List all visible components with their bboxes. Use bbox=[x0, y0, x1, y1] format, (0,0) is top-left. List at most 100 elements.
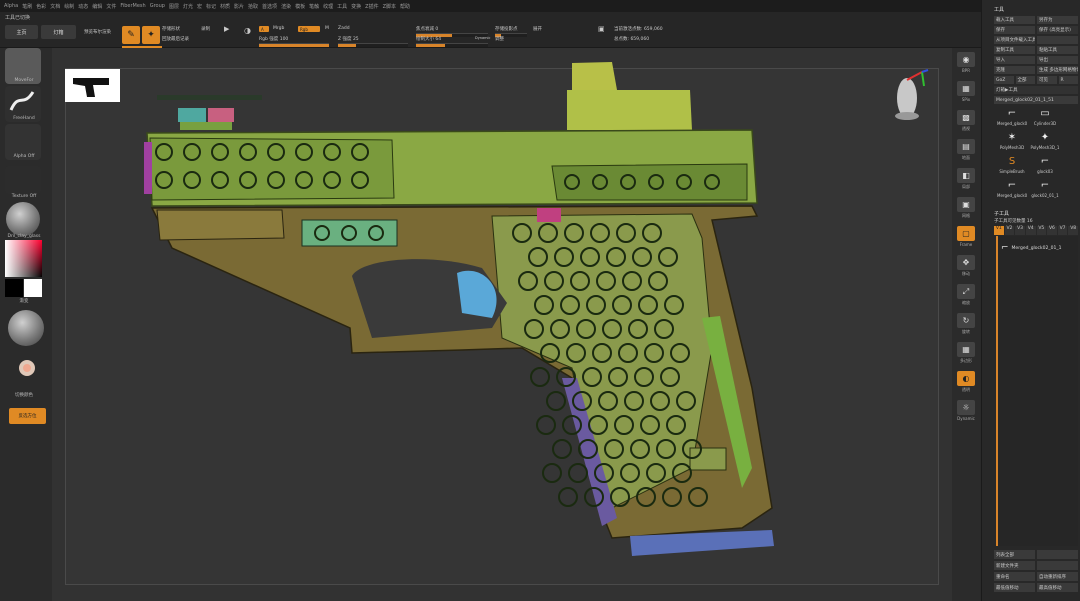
canvas-viewport[interactable] bbox=[52, 48, 952, 601]
tool-thumbnail[interactable]: S SimpleBrush bbox=[997, 154, 1027, 176]
tool-thumbnail[interactable]: ⌐ Merged_glock0 bbox=[997, 178, 1027, 200]
menu-item[interactable]: 编辑 bbox=[92, 3, 102, 10]
lightbox-tools-label[interactable]: 灯箱▶工具 bbox=[994, 86, 1078, 94]
menu-item[interactable]: 纹理 bbox=[323, 3, 333, 10]
z-intensity-slider[interactable] bbox=[338, 43, 408, 47]
axis-gizmo-icon[interactable] bbox=[882, 68, 932, 128]
menu-item[interactable]: Group bbox=[150, 3, 165, 9]
view-tool-icon[interactable]: ▦ bbox=[957, 342, 975, 357]
subtool-list[interactable]: ⌐ Merged_glock02_01_1 bbox=[996, 236, 1078, 546]
menu-item[interactable]: 宏 bbox=[197, 3, 202, 10]
menu-item[interactable]: 渲染 bbox=[281, 3, 291, 10]
view-tool-icon[interactable]: ▩ bbox=[957, 110, 975, 125]
tool-action-button[interactable] bbox=[1037, 36, 1078, 44]
menu-item[interactable]: 首选项 bbox=[262, 3, 277, 10]
tool-action-button[interactable]: 克隆 bbox=[994, 66, 1035, 74]
menu-item[interactable]: 标记 bbox=[206, 3, 216, 10]
view-tool-icon[interactable]: ▦ bbox=[957, 81, 975, 96]
tool-action-button[interactable]: 粘贴工具 bbox=[1037, 46, 1078, 54]
tool-action-button[interactable]: GoZ bbox=[994, 76, 1014, 84]
view-tool-icon[interactable]: ⤢ bbox=[957, 284, 975, 299]
subtool-action-button[interactable] bbox=[1037, 550, 1078, 559]
menu-item[interactable]: 色彩 bbox=[36, 3, 46, 10]
color-picker[interactable] bbox=[5, 240, 42, 277]
view-tool-icon[interactable]: ▤ bbox=[957, 139, 975, 154]
tool-action-button[interactable]: 生成 多边形网格物体 bbox=[1037, 66, 1078, 74]
view-tool-icon[interactable]: ◉ bbox=[957, 52, 975, 67]
switch-color-label[interactable]: 切换颜色 bbox=[2, 392, 46, 398]
view-tool-icon[interactable]: ▣ bbox=[957, 197, 975, 212]
subtool-action-button[interactable]: 重命名 bbox=[994, 572, 1035, 581]
adjust-label[interactable]: 调整 bbox=[495, 36, 504, 42]
menu-item[interactable]: Z插件 bbox=[365, 3, 378, 10]
texture-icon[interactable] bbox=[5, 166, 41, 194]
menu-item[interactable]: 模板 bbox=[295, 3, 305, 10]
tool-action-button[interactable]: 保存 (高亮显示) bbox=[1037, 26, 1078, 34]
store-projection-label[interactable]: 存储投影点 bbox=[495, 26, 518, 32]
material-icon[interactable] bbox=[6, 202, 40, 236]
record-label[interactable]: 录制 bbox=[201, 26, 210, 32]
menu-item[interactable]: 文档 bbox=[50, 3, 60, 10]
home-button[interactable]: 主页 bbox=[5, 25, 38, 39]
camera-icon[interactable]: ▣ bbox=[598, 25, 605, 33]
tool-action-button[interactable]: 导入 bbox=[994, 56, 1035, 64]
tool-action-button[interactable]: 载入工具 bbox=[994, 16, 1035, 24]
edit-icon[interactable]: ✎ bbox=[122, 26, 140, 44]
draw-size-slider[interactable] bbox=[416, 43, 488, 47]
pistol-model[interactable] bbox=[52, 48, 952, 601]
tool-action-button[interactable]: 从项目文件载入工具 bbox=[994, 36, 1035, 44]
menu-item[interactable]: 笔刷 bbox=[22, 3, 32, 10]
subtool-action-button[interactable]: 最高值移动 bbox=[1037, 583, 1078, 592]
zadd-label[interactable]: Zadd bbox=[338, 26, 350, 31]
tool-thumbnail[interactable]: ⌐ glock02_01_1 bbox=[1030, 178, 1060, 200]
tool-thumbnail[interactable]: ⌐ glock03 bbox=[1030, 154, 1060, 176]
view-tool-icon[interactable]: ▢ bbox=[957, 226, 975, 241]
draw-icon[interactable]: ✦ bbox=[142, 26, 160, 44]
lightbox-button[interactable]: 灯箱 bbox=[41, 25, 76, 39]
primary-color-swatch[interactable] bbox=[5, 279, 23, 297]
subtool-action-button[interactable]: 最低值移动 bbox=[994, 583, 1035, 592]
current-tool-row[interactable]: Merged_glock02_01_1_51 bbox=[994, 96, 1078, 104]
rgb-intensity-slider[interactable] bbox=[259, 43, 329, 47]
store-mt-label[interactable]: 存储形状 bbox=[162, 26, 180, 32]
rgb-toggle[interactable]: Rgb bbox=[298, 26, 320, 32]
m-label[interactable]: M bbox=[325, 26, 329, 31]
subtool-tab[interactable]: V4 bbox=[1025, 226, 1036, 235]
subtool-action-button[interactable] bbox=[1037, 561, 1078, 570]
tool-action-button[interactable]: 导出 bbox=[1037, 56, 1078, 64]
subtool-tab[interactable]: V2 bbox=[1004, 226, 1015, 235]
current-tool-name[interactable]: Merged_glock02_01_1_51 bbox=[994, 96, 1078, 104]
view-tool-icon[interactable]: ◐ bbox=[957, 371, 975, 386]
subtool-tab[interactable]: V5 bbox=[1036, 226, 1047, 235]
material-sphere-icon[interactable] bbox=[8, 310, 44, 346]
subtool-action-button[interactable]: 自动重新排序 bbox=[1037, 572, 1078, 581]
tool-thumbnail[interactable]: ✶ PolyMesh3D bbox=[997, 130, 1027, 152]
tool-action-button[interactable]: R bbox=[1058, 76, 1078, 84]
tool-thumbnail[interactable]: ✦ PolyMesh3D_1 bbox=[1030, 130, 1060, 152]
view-tool-icon[interactable]: ◧ bbox=[957, 168, 975, 183]
subtool-title[interactable]: 子工具 bbox=[994, 210, 1009, 217]
menu-item[interactable]: 灯光 bbox=[183, 3, 193, 10]
mrgb-label[interactable]: Mrgb bbox=[273, 26, 284, 31]
subtool-tab[interactable]: V3 bbox=[1015, 226, 1025, 235]
mrgb-toggle[interactable]: A bbox=[259, 26, 269, 32]
invert-button[interactable]: 反选方位 bbox=[9, 408, 46, 424]
menu-item[interactable]: 工具 bbox=[337, 3, 347, 10]
subtool-action-button[interactable]: 新建文件夹 bbox=[994, 561, 1035, 570]
subdiv-label[interactable]: 展开 bbox=[533, 26, 542, 32]
tool-action-button[interactable]: 全部 bbox=[1015, 76, 1035, 84]
play-icon[interactable]: ▶ bbox=[224, 25, 229, 33]
tool-thumbnail[interactable]: ⌐ Merged_glock0 bbox=[997, 106, 1027, 128]
menu-item[interactable]: Z脚本 bbox=[383, 3, 396, 10]
menu-item[interactable]: 拾取 bbox=[248, 3, 258, 10]
preview-label[interactable]: 预览布尔渲染 bbox=[84, 29, 111, 35]
tool-action-button[interactable]: 保存 bbox=[994, 26, 1035, 34]
view-tool-icon[interactable]: ↻ bbox=[957, 313, 975, 328]
tool-action-button[interactable]: 复制工具 bbox=[994, 46, 1035, 54]
menu-item[interactable]: 变换 bbox=[351, 3, 361, 10]
draw-point-icon[interactable] bbox=[19, 360, 35, 376]
subtool-action-button[interactable]: 列表全部 bbox=[994, 550, 1035, 559]
tool-action-button[interactable]: 可见 bbox=[1037, 76, 1057, 84]
subtool-tab[interactable]: V6 bbox=[1047, 226, 1057, 235]
menu-item[interactable]: 帮助 bbox=[400, 3, 410, 10]
